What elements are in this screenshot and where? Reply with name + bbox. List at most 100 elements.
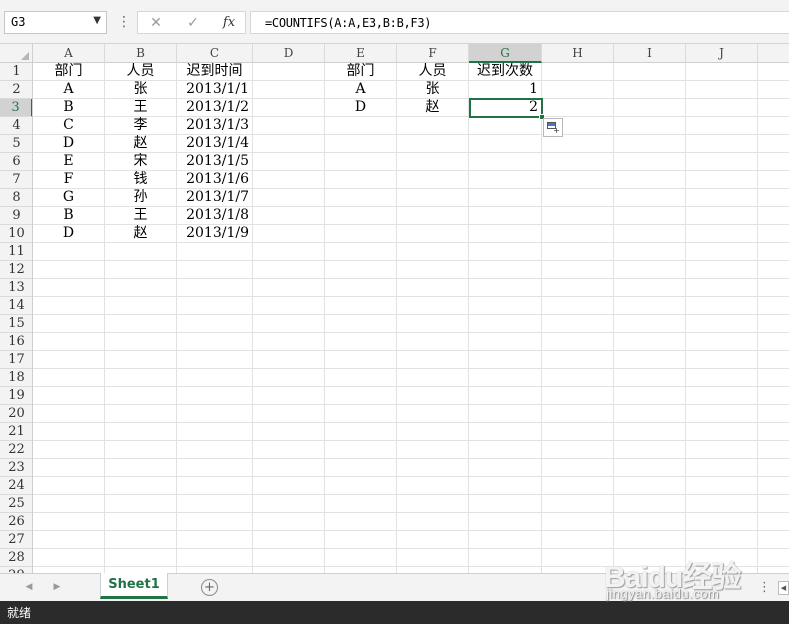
scroll-tabs-left-icon[interactable]: ◀ [22,580,36,594]
cell-g2[interactable]: 1 [469,81,541,98]
column-header-b[interactable]: B [105,44,177,63]
cell-a5[interactable]: D [33,135,104,152]
select-all-icon [21,52,29,60]
column-header-c[interactable]: C [177,44,253,63]
column-header-h[interactable]: H [542,44,614,63]
active-cell-border[interactable] [469,98,543,118]
cell-c1[interactable]: 迟到时间 [177,63,252,80]
horizontal-scroll-left-icon[interactable]: ◀ [778,581,789,595]
cell-f3[interactable]: 赵 [397,99,468,116]
column-header-e[interactable]: E [325,44,397,63]
cell-a7[interactable]: F [33,171,104,188]
column-headers: A B C D E F G H I J [0,44,789,63]
chevron-down-icon[interactable]: ▼ [93,15,101,26]
row-header[interactable]: 18 [0,369,32,387]
row-header[interactable]: 23 [0,459,32,477]
cell-e2[interactable]: A [325,81,396,98]
cell-b10[interactable]: 赵 [105,225,176,242]
row-header[interactable]: 6 [0,153,32,171]
enter-icon[interactable]: ✓ [182,14,204,32]
row-header[interactable]: 11 [0,243,32,261]
cell-b6[interactable]: 宋 [105,153,176,170]
insert-function-icon[interactable]: fx [218,14,240,32]
cell-b1[interactable]: 人员 [105,63,176,80]
cell-c4[interactable]: 2013/1/3 [177,117,252,134]
formula-buttons: ✕ ✓ fx [137,11,246,34]
cell-a1[interactable]: 部门 [33,63,104,80]
cell-c2[interactable]: 2013/1/1 [177,81,252,98]
cell-a9[interactable]: B [33,207,104,224]
column-header-a[interactable]: A [33,44,105,63]
column-header-f[interactable]: F [397,44,469,63]
row-header[interactable]: 5 [0,135,32,153]
row-header[interactable]: 25 [0,495,32,513]
quick-analysis-button[interactable]: + [543,118,563,137]
cell-b8[interactable]: 孙 [105,189,176,206]
cell-c9[interactable]: 2013/1/8 [177,207,252,224]
status-bar: 就绪 [0,601,789,624]
select-all-button[interactable] [0,44,33,63]
cell-b4[interactable]: 李 [105,117,176,134]
row-header[interactable]: 4 [0,117,32,135]
row-header[interactable]: 10 [0,225,32,243]
row-header[interactable]: 17 [0,351,32,369]
row-header[interactable]: 21 [0,423,32,441]
cell-a4[interactable]: C [33,117,104,134]
cell-a3[interactable]: B [33,99,104,116]
add-sheet-icon[interactable]: + [201,579,218,596]
tab-split-handle[interactable]: ⋮ [758,580,771,596]
row-header[interactable]: 16 [0,333,32,351]
cell-b7[interactable]: 钱 [105,171,176,188]
row-header[interactable]: 1 [0,63,32,81]
cell-c3[interactable]: 2013/1/2 [177,99,252,116]
scroll-tabs-right-icon[interactable]: ▶ [50,580,64,594]
cell-c7[interactable]: 2013/1/6 [177,171,252,188]
column-header-j[interactable]: J [686,44,758,63]
cell-b5[interactable]: 赵 [105,135,176,152]
cell-b9[interactable]: 王 [105,207,176,224]
cell-e3[interactable]: D [325,99,396,116]
row-header[interactable]: 22 [0,441,32,459]
more-options-icon[interactable]: ⋮ [117,12,131,32]
row-header[interactable]: 12 [0,261,32,279]
row-header[interactable]: 24 [0,477,32,495]
row-header[interactable]: 15 [0,315,32,333]
cancel-icon[interactable]: ✕ [145,14,167,32]
row-header[interactable]: 3 [0,99,32,117]
cell-f1[interactable]: 人员 [397,63,468,80]
row-header[interactable]: 9 [0,207,32,225]
row-header[interactable]: 19 [0,387,32,405]
formula-input[interactable]: =COUNTIFS(A:A,E3,B:B,F3) [250,11,789,34]
cell-b3[interactable]: 王 [105,99,176,116]
name-box[interactable]: G3 ▼ [4,11,107,34]
row-header[interactable]: 8 [0,189,32,207]
row-header[interactable]: 14 [0,297,32,315]
cell-a2[interactable]: A [33,81,104,98]
row-header[interactable]: 27 [0,531,32,549]
cell-c8[interactable]: 2013/1/7 [177,189,252,206]
cell-a6[interactable]: E [33,153,104,170]
row-header[interactable]: 7 [0,171,32,189]
sheet-tab-sheet1[interactable]: Sheet1 [100,573,168,599]
row-header[interactable]: 2 [0,81,32,99]
cell-f2[interactable]: 张 [397,81,468,98]
row-header[interactable]: 26 [0,513,32,531]
column-header-d[interactable]: D [253,44,325,63]
cell-e1[interactable]: 部门 [325,63,396,80]
formula-bar: G3 ▼ ⋮ ✕ ✓ fx =COUNTIFS(A:A,E3,B:B,F3) [0,0,789,44]
row-header[interactable]: 28 [0,549,32,567]
cell-c10[interactable]: 2013/1/9 [177,225,252,242]
grid-line [252,63,253,573]
row-header[interactable]: 20 [0,405,32,423]
status-text: 就绪 [7,606,32,620]
cell-a8[interactable]: G [33,189,104,206]
row-header[interactable]: 13 [0,279,32,297]
cell-c5[interactable]: 2013/1/4 [177,135,252,152]
cell-g1[interactable]: 迟到次数 [469,63,541,80]
cell-c6[interactable]: 2013/1/5 [177,153,252,170]
cell-grid[interactable]: 部门 人员 迟到时间 A 张 2013/1/1 B 王 2013/1/2 C 李… [33,63,789,573]
column-header-i[interactable]: I [614,44,686,63]
cell-a10[interactable]: D [33,225,104,242]
cell-b2[interactable]: 张 [105,81,176,98]
column-header-g[interactable]: G [469,44,542,63]
